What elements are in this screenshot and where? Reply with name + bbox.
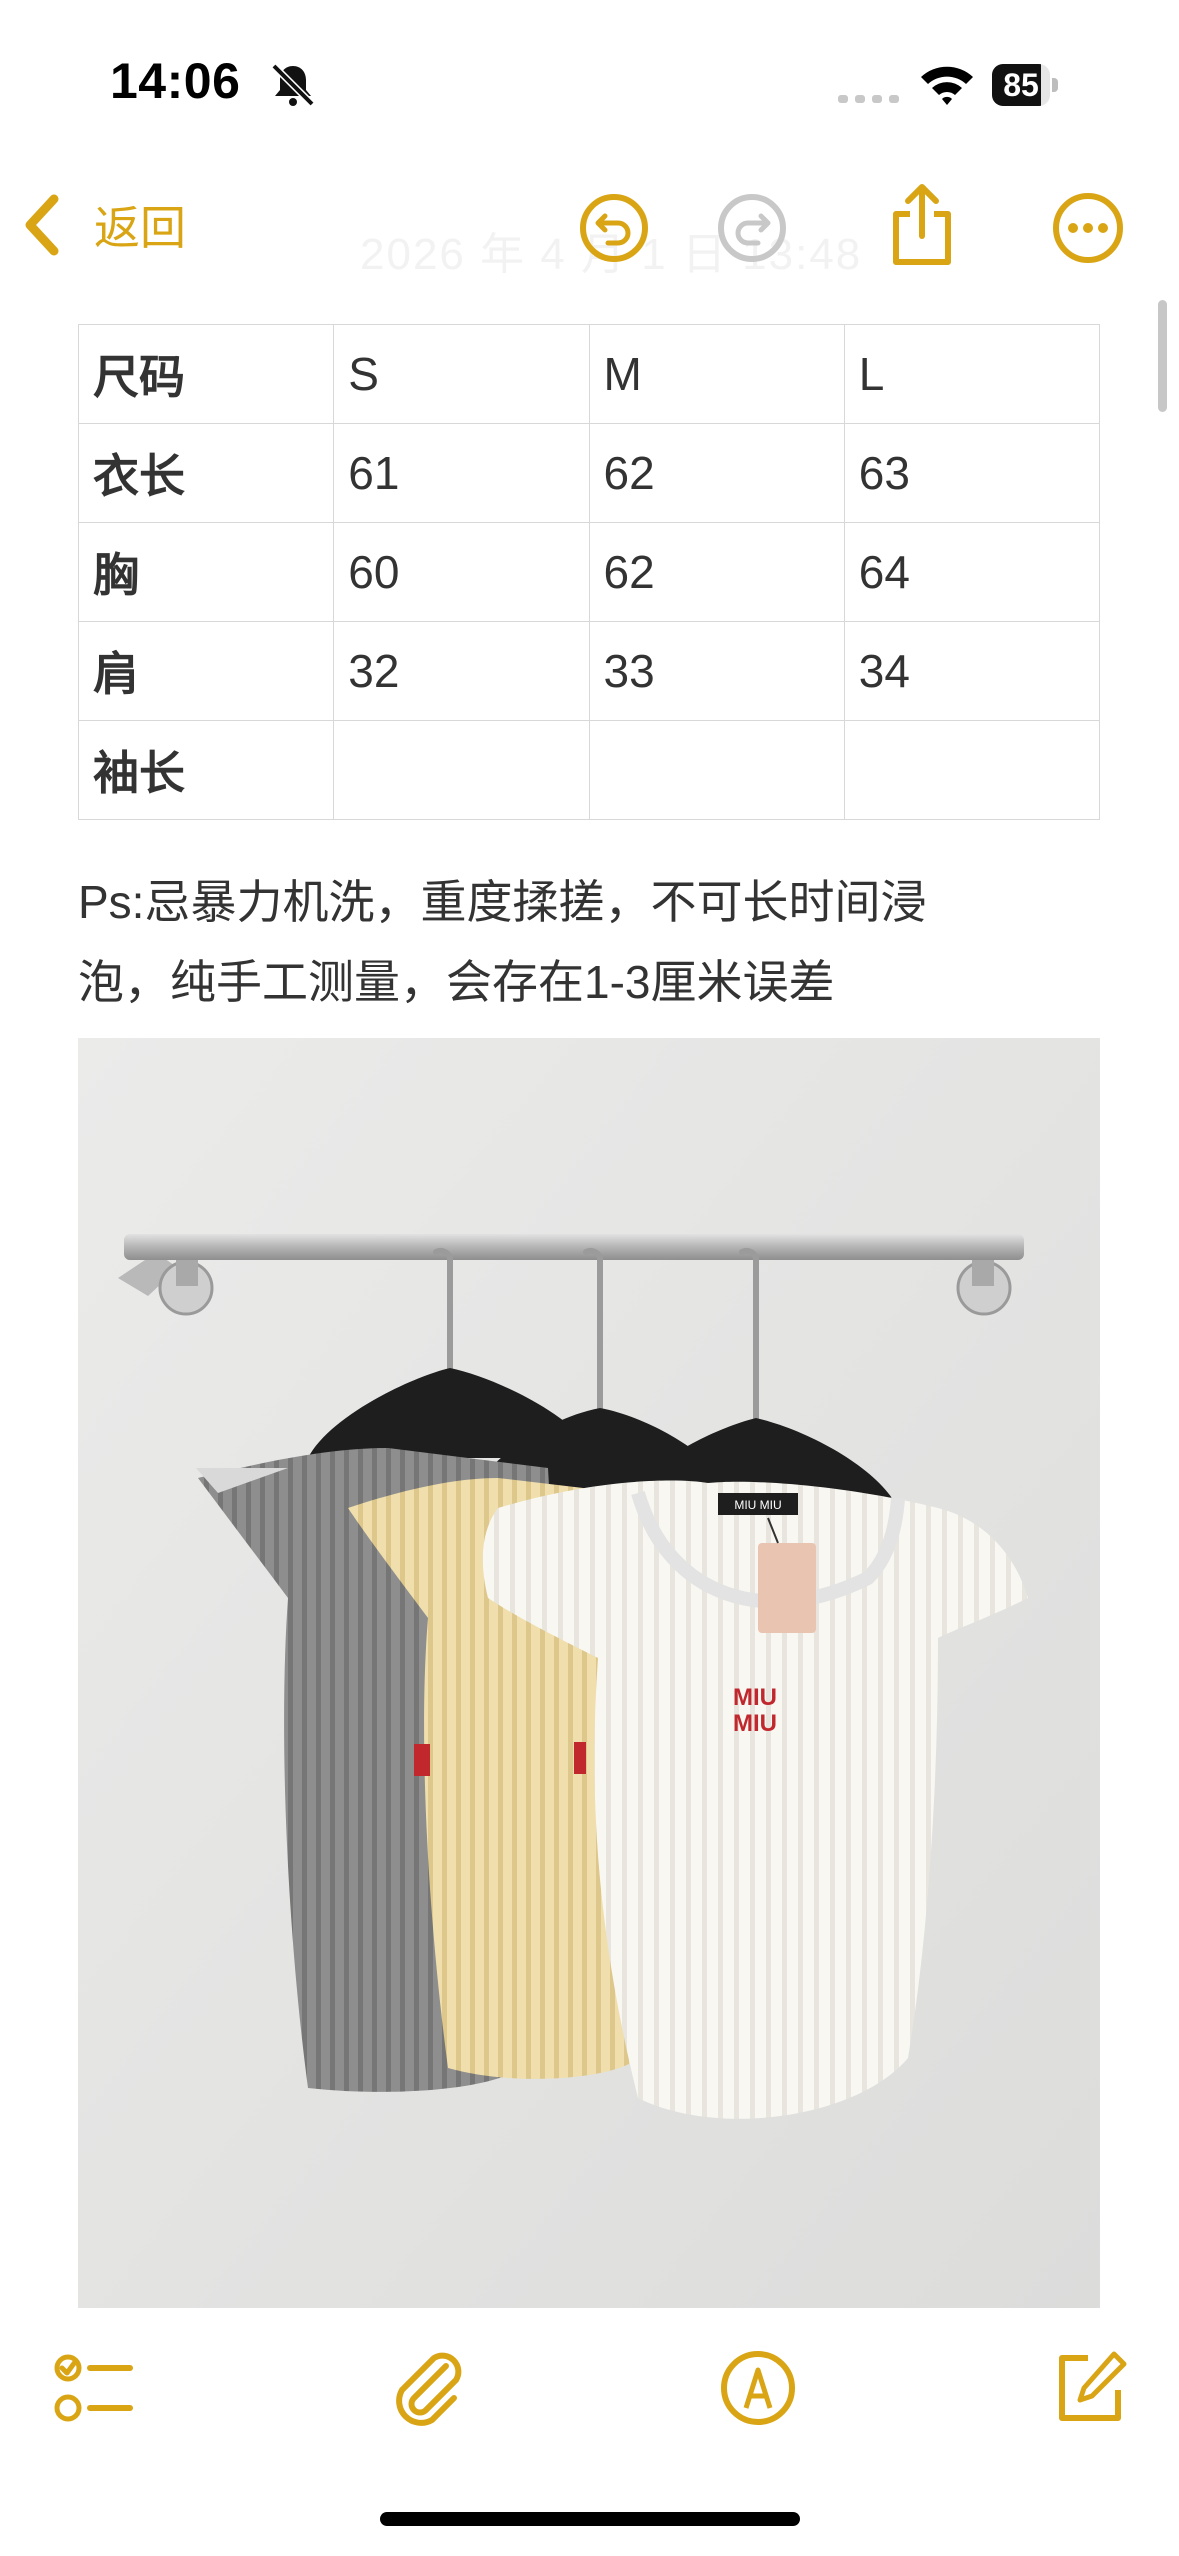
undo-icon[interactable] (578, 192, 650, 264)
table-cell: 62 (588, 423, 845, 523)
table-cell: 胸 (77, 522, 335, 622)
table-cell: 肩 (77, 621, 335, 721)
table-cell (588, 720, 845, 820)
table-cell: 33 (588, 621, 845, 721)
logo-line-2: MIU (733, 1710, 777, 1737)
table-cell: L (843, 324, 1101, 424)
back-label: 返回 (94, 202, 186, 254)
table-cell: M (588, 324, 845, 424)
paperclip-icon[interactable] (386, 2346, 470, 2430)
note-text[interactable]: Ps:忌暴力机洗，重度揉搓，不可长时间浸 泡，纯手工测量，会存在1-3厘米误差 (78, 862, 1118, 1022)
back-button[interactable]: 返回 (20, 190, 186, 260)
status-time: 14:06 (110, 53, 241, 109)
table-cell: 64 (843, 522, 1101, 622)
table-cell: 尺码 (77, 324, 335, 424)
size-table: 尺码 S M L 衣长 61 62 63 胸 60 62 64 肩 32 33 … (77, 324, 1101, 820)
chevron-left-icon (25, 194, 59, 256)
table-cell: 袖长 (77, 720, 335, 820)
share-icon[interactable] (884, 182, 960, 268)
logo-line-1: MIU (733, 1684, 777, 1711)
table-cell: 63 (843, 423, 1101, 523)
more-icon[interactable] (1050, 190, 1126, 266)
battery-level: 85 (1003, 67, 1039, 103)
neck-label-text: MIU MIU (734, 1498, 781, 1512)
table-header-row: 尺码 S M L (77, 324, 1101, 424)
table-row: 肩 32 33 34 (77, 621, 1101, 721)
table-cell: 60 (333, 522, 590, 622)
cellular-signal-icon (838, 95, 899, 103)
compose-icon[interactable] (1048, 2346, 1132, 2430)
checklist-icon[interactable] (52, 2348, 136, 2432)
table-row: 衣长 61 62 63 (77, 423, 1101, 523)
home-indicator[interactable] (380, 2512, 800, 2526)
redo-icon[interactable] (716, 192, 788, 264)
table-cell (333, 720, 590, 820)
note-line: Ps:忌暴力机洗，重度揉搓，不可长时间浸 (78, 876, 927, 928)
markup-pen-icon[interactable] (716, 2346, 800, 2430)
bell-slash-icon (271, 63, 315, 107)
table-row: 胸 60 62 64 (77, 522, 1101, 622)
table-cell: S (333, 324, 590, 424)
scroll-indicator[interactable] (1158, 300, 1167, 412)
product-photo[interactable]: MIU MIU MIU MIU (78, 1038, 1100, 2308)
table-cell: 61 (333, 423, 590, 523)
battery-indicator: 85 (992, 64, 1058, 106)
table-cell: 衣长 (77, 423, 335, 523)
table-row: 袖长 (77, 720, 1101, 820)
table-cell: 32 (333, 621, 590, 721)
table-cell (843, 720, 1101, 820)
table-cell: 62 (588, 522, 845, 622)
wifi-icon (921, 66, 973, 105)
note-line: 泡，纯手工测量，会存在1-3厘米误差 (78, 956, 835, 1008)
clothing-rack-illustration: MIU MIU MIU MIU (78, 1038, 1100, 2308)
table-cell: 34 (843, 621, 1101, 721)
